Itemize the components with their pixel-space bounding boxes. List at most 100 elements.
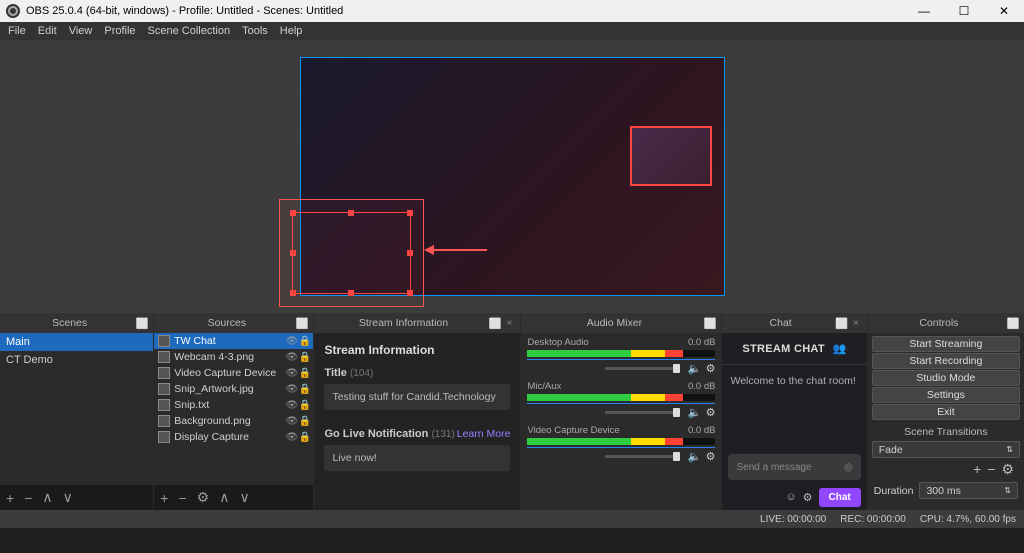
source-properties-button[interactable]: ⚙ <box>197 489 210 506</box>
source-item[interactable]: Webcam 4-3.png👁🔒 <box>154 349 313 365</box>
scene-item[interactable]: Main <box>0 333 153 351</box>
visibility-toggle-icon[interactable]: 👁 <box>285 384 296 395</box>
window-minimize-button[interactable]: — <box>904 0 944 22</box>
menu-edit[interactable]: Edit <box>38 25 57 37</box>
visibility-toggle-icon[interactable]: 👁 <box>285 432 296 443</box>
chat-message-input[interactable]: Send a message ◎ <box>728 454 860 480</box>
resize-handle[interactable] <box>290 290 296 296</box>
visibility-toggle-icon[interactable]: 👁 <box>285 400 296 411</box>
settings-button[interactable]: Settings <box>872 387 1020 403</box>
menubar: File Edit View Profile Scene Collection … <box>0 22 1024 40</box>
panel-close-icon[interactable]: × <box>502 317 516 329</box>
bits-icon[interactable]: ☺ <box>785 491 796 503</box>
volume-slider[interactable] <box>605 455 680 458</box>
stream-info-panel-title: Stream Information <box>318 317 488 329</box>
window-maximize-button[interactable]: ☐ <box>944 0 984 22</box>
exit-button[interactable]: Exit <box>872 404 1020 420</box>
webcam-source-overlay[interactable] <box>630 126 712 186</box>
visibility-toggle-icon[interactable]: 👁 <box>285 336 296 347</box>
chat-settings-icon[interactable]: ⚙ <box>803 491 813 504</box>
menu-tools[interactable]: Tools <box>242 25 268 37</box>
panel-close-icon[interactable]: × <box>849 317 863 329</box>
resize-handle[interactable] <box>407 210 413 216</box>
studio-mode-button[interactable]: Studio Mode <box>872 370 1020 386</box>
panel-float-icon[interactable]: ⬜ <box>295 317 309 330</box>
visibility-toggle-icon[interactable]: 👁 <box>285 368 296 379</box>
chat-send-button[interactable]: Chat <box>819 488 861 507</box>
volume-slider[interactable] <box>605 411 680 414</box>
visibility-toggle-icon[interactable]: 👁 <box>285 416 296 427</box>
mixer-channel: Desktop Audio0.0 dB🔈⚙ <box>527 337 715 375</box>
visibility-toggle-icon[interactable]: 👁 <box>285 352 296 363</box>
lock-toggle-icon[interactable]: 🔒 <box>298 368 309 379</box>
resize-handle[interactable] <box>348 210 354 216</box>
panel-float-icon[interactable]: ⬜ <box>835 317 849 330</box>
source-item[interactable]: Snip_Artwork.jpg👁🔒 <box>154 381 313 397</box>
source-move-down-button[interactable]: ∨ <box>239 489 249 506</box>
panel-float-icon[interactable]: ⬜ <box>135 317 149 330</box>
scene-move-up-button[interactable]: ∧ <box>42 489 52 506</box>
scene-move-down-button[interactable]: ∨ <box>63 489 73 506</box>
stream-title-input[interactable]: Testing stuff for Candid.Technology <box>324 384 510 410</box>
remove-transition-button[interactable]: − <box>987 461 995 478</box>
preview-canvas[interactable] <box>300 57 725 296</box>
status-rec-time: REC: 00:00:00 <box>840 514 906 525</box>
menu-file[interactable]: File <box>8 25 26 37</box>
transition-select[interactable]: Fade ⇅ <box>872 441 1020 458</box>
learn-more-link[interactable]: Learn More <box>457 428 511 440</box>
speaker-icon[interactable]: 🔈 <box>688 362 702 375</box>
lock-toggle-icon[interactable]: 🔒 <box>298 432 309 443</box>
duration-input[interactable]: 300 ms ⇅ <box>919 482 1018 499</box>
volume-slider[interactable] <box>605 367 680 370</box>
duration-value: 300 ms <box>926 485 960 497</box>
speaker-icon[interactable]: 🔈 <box>688 450 702 463</box>
panel-float-icon[interactable]: ⬜ <box>1006 317 1020 330</box>
resize-handle[interactable] <box>290 250 296 256</box>
start-streaming-button[interactable]: Start Streaming <box>872 336 1020 352</box>
lock-toggle-icon[interactable]: 🔒 <box>298 416 309 427</box>
emote-icon[interactable]: ◎ <box>844 462 853 473</box>
source-item[interactable]: Display Capture👁🔒 <box>154 429 313 445</box>
add-scene-button[interactable]: + <box>6 490 14 506</box>
panel-float-icon[interactable]: ⬜ <box>703 317 717 330</box>
resize-handle[interactable] <box>348 290 354 296</box>
selected-source-bounds[interactable] <box>292 212 411 294</box>
resize-handle[interactable] <box>407 290 413 296</box>
users-icon[interactable]: 👥 <box>833 342 847 355</box>
lock-toggle-icon[interactable]: 🔒 <box>298 400 309 411</box>
lock-toggle-icon[interactable]: 🔒 <box>298 352 309 363</box>
resize-handle[interactable] <box>407 250 413 256</box>
source-item[interactable]: Background.png 👁🔒 <box>154 413 313 429</box>
menu-profile[interactable]: Profile <box>104 25 135 37</box>
speaker-icon[interactable]: 🔈 <box>688 406 702 419</box>
transition-settings-button[interactable]: ⚙ <box>1001 461 1014 478</box>
menu-help[interactable]: Help <box>280 25 303 37</box>
window-close-button[interactable]: ✕ <box>984 0 1024 22</box>
source-name: Background.png <box>174 415 281 427</box>
window-title: OBS 25.0.4 (64-bit, windows) - Profile: … <box>26 5 343 17</box>
start-recording-button[interactable]: Start Recording <box>872 353 1020 369</box>
lock-toggle-icon[interactable]: 🔒 <box>298 384 309 395</box>
gear-icon[interactable]: ⚙ <box>706 450 716 463</box>
remove-scene-button[interactable]: − <box>24 490 32 506</box>
gear-icon[interactable]: ⚙ <box>706 406 716 419</box>
panel-float-icon[interactable]: ⬜ <box>488 317 502 330</box>
resize-handle[interactable] <box>290 210 296 216</box>
lock-toggle-icon[interactable]: 🔒 <box>298 336 309 347</box>
scene-item[interactable]: CT Demo <box>0 351 153 369</box>
source-move-up-button[interactable]: ∧ <box>219 489 229 506</box>
menu-scene-collection[interactable]: Scene Collection <box>148 25 231 37</box>
source-item[interactable]: Video Capture Device👁🔒 <box>154 365 313 381</box>
source-item[interactable]: Snip.txt👁🔒 <box>154 397 313 413</box>
source-type-icon <box>158 335 170 347</box>
audio-meter <box>527 350 715 357</box>
menu-view[interactable]: View <box>69 25 93 37</box>
go-live-input[interactable]: Live now! <box>324 445 510 471</box>
gear-icon[interactable]: ⚙ <box>706 362 716 375</box>
preview-area[interactable] <box>0 40 1024 313</box>
add-source-button[interactable]: + <box>160 490 168 506</box>
audio-meter <box>527 438 715 445</box>
remove-source-button[interactable]: − <box>178 490 186 506</box>
add-transition-button[interactable]: + <box>973 461 981 478</box>
source-item[interactable]: TW Chat👁🔒 <box>154 333 313 349</box>
